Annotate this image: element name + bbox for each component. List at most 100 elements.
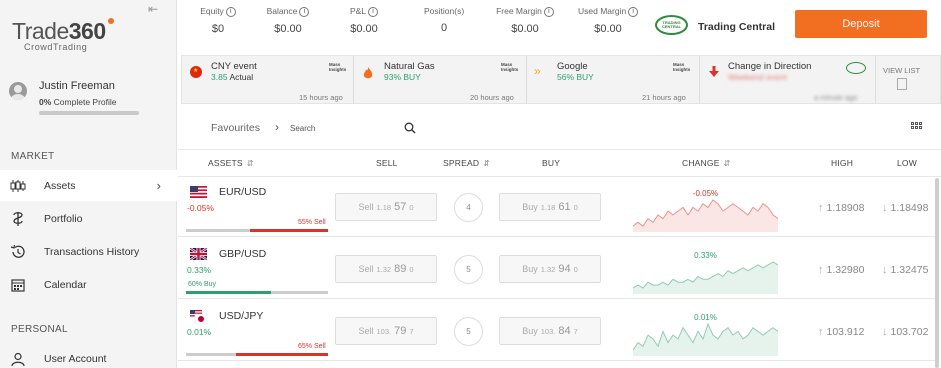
user-profile[interactable]: Justin Freeman 0% Complete Profile [9,80,139,115]
sentiment-bar [186,229,328,232]
info-icon[interactable]: i [543,6,554,17]
sidebar-item-label: Transactions History [44,245,140,258]
arrow-up-icon: ↑ [818,202,824,214]
profile-percent: 0% [39,97,52,107]
candlestick-icon [10,178,26,194]
spread-value: 4 [454,193,483,222]
stat-equity: Equity i $0 [198,6,238,35]
collapse-left-icon[interactable]: ⇤ [148,2,158,16]
favourites-bar: Favourites › [178,110,941,146]
news-card-cny[interactable]: CNY event 3.85 Actual Mass Insights 15 h… [182,56,354,103]
logo-dot [108,18,114,24]
china-flag-icon [190,66,202,78]
column-header-change[interactable]: CHANGE ⇵ [682,158,730,168]
sell-button[interactable]: Sell 103. 79 7 [335,317,437,345]
sidebar-item-assets[interactable]: Assets › [0,170,177,201]
spread-value: 5 [454,317,483,346]
stat-label: Position(s) [424,6,465,16]
info-icon[interactable]: i [225,6,236,17]
stat-balance: Balance i $0.00 [264,6,312,35]
news-time: 20 hours ago [470,93,514,102]
chevron-right-icon[interactable]: › [275,120,279,134]
stat-label: Used Margin [578,6,627,16]
low-value: ↓ 1.18498 [882,202,929,214]
history-icon [10,244,26,260]
news-value: 3.85 [211,72,228,82]
news-time: 15 hours ago [299,93,343,102]
column-header-buy: BUY [542,158,561,168]
us-flag-icon [190,186,207,198]
news-value: 93% BUY [384,72,421,82]
arrow-down-icon [709,66,721,78]
change-sparkline: 0.01% [633,306,778,356]
stat-positions: Position(s) 0 [424,6,464,34]
info-icon[interactable]: i [628,6,639,17]
logo[interactable]: Trade360 CrowdTrading [12,18,114,52]
trading-central-logo[interactable]: TRADING CENTRAL [655,15,688,35]
buy-button[interactable]: Buy 1.32 94 0 [499,255,601,283]
sell-button[interactable]: Sell 1.18 57 0 [335,193,437,221]
stat-label: Balance [266,6,298,16]
column-header-low: LOW [897,158,917,168]
sentiment-label: 55% Sell [298,219,326,226]
news-ticker: CNY event 3.85 Actual Mass Insights 15 h… [181,55,941,104]
view-list-button[interactable]: VIEW LIST [883,66,920,90]
arrow-up-icon: ↑ [818,264,824,276]
low-value: ↓ 1.32475 [882,264,929,276]
change-sparkline: -0.05% [633,182,778,232]
section-personal: PERSONAL [11,324,68,335]
column-header-sell: SELL [376,158,398,168]
news-time: 21 hours ago [642,93,686,102]
buy-button[interactable]: Buy 1.18 61 0 [499,193,601,221]
sidebar-item-user-account[interactable]: User Account [0,343,177,368]
stat-value: $0.00 [594,22,622,35]
chevron-right-icon: › [156,178,161,193]
sidebar-item-transactions-history[interactable]: Transactions History [0,236,177,267]
news-card-natural-gas[interactable]: Natural Gas 93% BUY Mass Insights 20 hou… [354,56,527,103]
info-icon[interactable]: i [368,6,379,17]
sparkline-area [633,200,778,232]
arrow-down-icon: ↓ [882,202,888,214]
info-icon[interactable]: i [299,6,310,17]
search-input[interactable] [290,120,390,136]
stat-value: $0.00 [274,22,302,35]
asset-change: 0.01% [187,327,212,337]
logo-number: 360 [68,18,106,44]
grid-view-icon[interactable] [911,122,922,129]
sentiment-label: 65% Sell [298,343,326,350]
stat-used-margin: Used Margin i $0.00 [578,6,639,35]
column-header-spread[interactable]: SPREAD ⇵ [443,158,490,168]
asset-row-gbpusd[interactable]: GBP/USD 0.33% 60% Buy Sell 1.32 89 0 5 Buy 1… [178,240,935,299]
sidebar-item-portfolio[interactable]: Portfolio [0,203,177,234]
news-card-google[interactable]: » Google 56% BUY Mass Insights 21 hours … [527,56,700,103]
arrow-up-icon: ↑ [818,326,824,338]
trading-central-logo [846,62,866,74]
news-card-change-direction[interactable]: Change in Direction Weekend event a minu… [700,56,876,103]
flame-icon [362,66,374,79]
stat-value: $0.00 [511,22,539,35]
asset-name: EUR/USD [219,186,267,198]
sidebar-item-calendar[interactable]: Calendar [0,269,177,300]
mass-insights-badge: Mass Insights [673,62,691,72]
column-header-assets[interactable]: ASSETS ⇵ [208,158,254,168]
news-time: a minute ago [814,93,858,102]
news-value: Weekend event [728,72,787,82]
asset-row-usdjpy[interactable]: USD/JPY 0.01% 65% Sell Sell 103. 79 7 5 Buy… [178,302,935,361]
search-icon[interactable] [404,122,416,137]
sparkline-area [633,324,778,356]
double-chevron-icon: » [534,64,541,78]
table-scrollbar[interactable] [935,178,939,368]
asset-row-eurusd[interactable]: EUR/USD -0.05% 55% Sell Sell 1.18 57 0 4 Bu… [178,178,935,237]
deposit-button[interactable]: Deposit [795,10,927,38]
column-header-high: HIGH [831,158,854,168]
buy-button[interactable]: Buy 103. 84 7 [499,317,601,345]
stat-value: $0 [211,22,225,35]
change-value: 0.33% [694,251,717,260]
stat-value: 0 [440,22,448,34]
change-value: 0.01% [694,313,717,322]
sparkline-area [633,262,778,294]
sell-button[interactable]: Sell 1.32 89 0 [335,255,437,283]
profile-text: Complete Profile [53,97,117,107]
favourites-tab[interactable]: Favourites [211,122,260,134]
trading-central-label[interactable]: Trading Central [698,21,775,33]
